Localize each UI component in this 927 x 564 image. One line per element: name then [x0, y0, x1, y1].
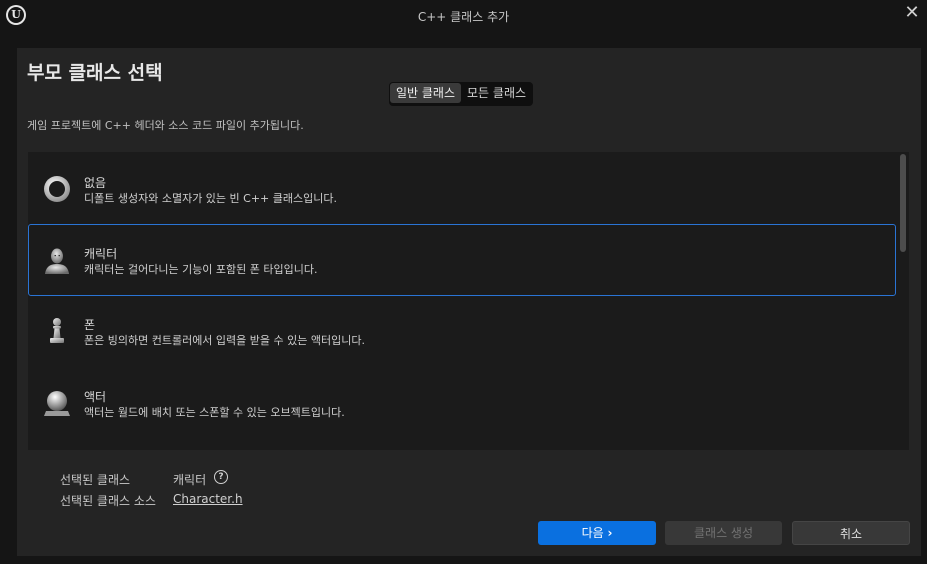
class-item-actor[interactable]: 액터 액터는 월드에 배치 또는 스폰할 수 있는 오브젝트입니다. [29, 368, 894, 438]
class-item-pawn[interactable]: 폰 폰은 빙의하면 컨트롤러에서 입력을 받을 수 있는 액터입니다. [29, 296, 894, 366]
next-button-label: 다음 [581, 526, 604, 540]
window-title: C++ 클래스 추가 [417, 10, 510, 24]
class-name: 캐릭터 [84, 247, 118, 261]
scrollbar-thumb[interactable] [900, 154, 906, 252]
next-button[interactable]: 다음 › [538, 521, 656, 545]
close-icon[interactable]: ✕ [899, 2, 925, 24]
list-scrollbar[interactable] [897, 152, 909, 450]
title-bar: U C++ 클래스 추가 ✕ [0, 0, 927, 32]
class-item-none[interactable]: 없음 디폴트 생성자와 소멸자가 있는 빈 C++ 클래스입니다. [29, 154, 894, 224]
selected-class-label: 선택된 클래스 [60, 473, 131, 487]
class-name: 액터 [84, 390, 107, 404]
pawn-icon [50, 318, 64, 343]
selected-class-source-link[interactable]: Character.h [173, 492, 243, 506]
class-name: 없음 [84, 176, 107, 190]
class-description: 폰은 빙의하면 컨트롤러에서 입력을 받을 수 있는 액터입니다. [84, 334, 365, 347]
description-text: 게임 프로젝트에 C++ 헤더와 소스 코드 파일이 추가됩니다. [27, 119, 304, 132]
tab-common-classes[interactable]: 일반 클래스 [390, 83, 462, 103]
class-list: 없음 디폴트 생성자와 소멸자가 있는 빈 C++ 클래스입니다. 캐릭터 캐릭… [28, 152, 909, 450]
class-item-character[interactable]: 캐릭터 캐릭터는 걸어다니는 기능이 포함된 폰 타입입니다. [28, 224, 896, 296]
class-description: 액터는 월드에 배치 또는 스폰할 수 있는 오브젝트입니다. [84, 406, 345, 419]
character-icon [45, 248, 69, 274]
class-name: 폰 [84, 318, 96, 332]
class-description: 캐릭터는 걸어다니는 기능이 포함된 폰 타입입니다. [84, 263, 318, 276]
selected-class-value: 캐릭터 [173, 473, 207, 487]
class-filter-tabs: 일반 클래스 모든 클래스 [389, 82, 534, 106]
ring-icon [44, 176, 70, 202]
cancel-button[interactable]: 취소 [792, 521, 910, 545]
tab-all-classes[interactable]: 모든 클래스 [461, 83, 532, 103]
page-title: 부모 클래스 선택 [27, 62, 163, 84]
create-class-button[interactable]: 클래스 생성 [665, 521, 782, 545]
class-description: 디폴트 생성자와 소멸자가 있는 빈 C++ 클래스입니다. [84, 192, 337, 205]
help-icon[interactable]: ? [214, 470, 228, 484]
selected-class-source-label: 선택된 클래스 소스 [60, 494, 156, 508]
actor-sphere-icon [44, 391, 70, 416]
chevron-right-icon: › [607, 526, 613, 540]
dialog-content: 부모 클래스 선택 일반 클래스 모든 클래스 게임 프로젝트에 C++ 헤더와… [17, 48, 921, 556]
